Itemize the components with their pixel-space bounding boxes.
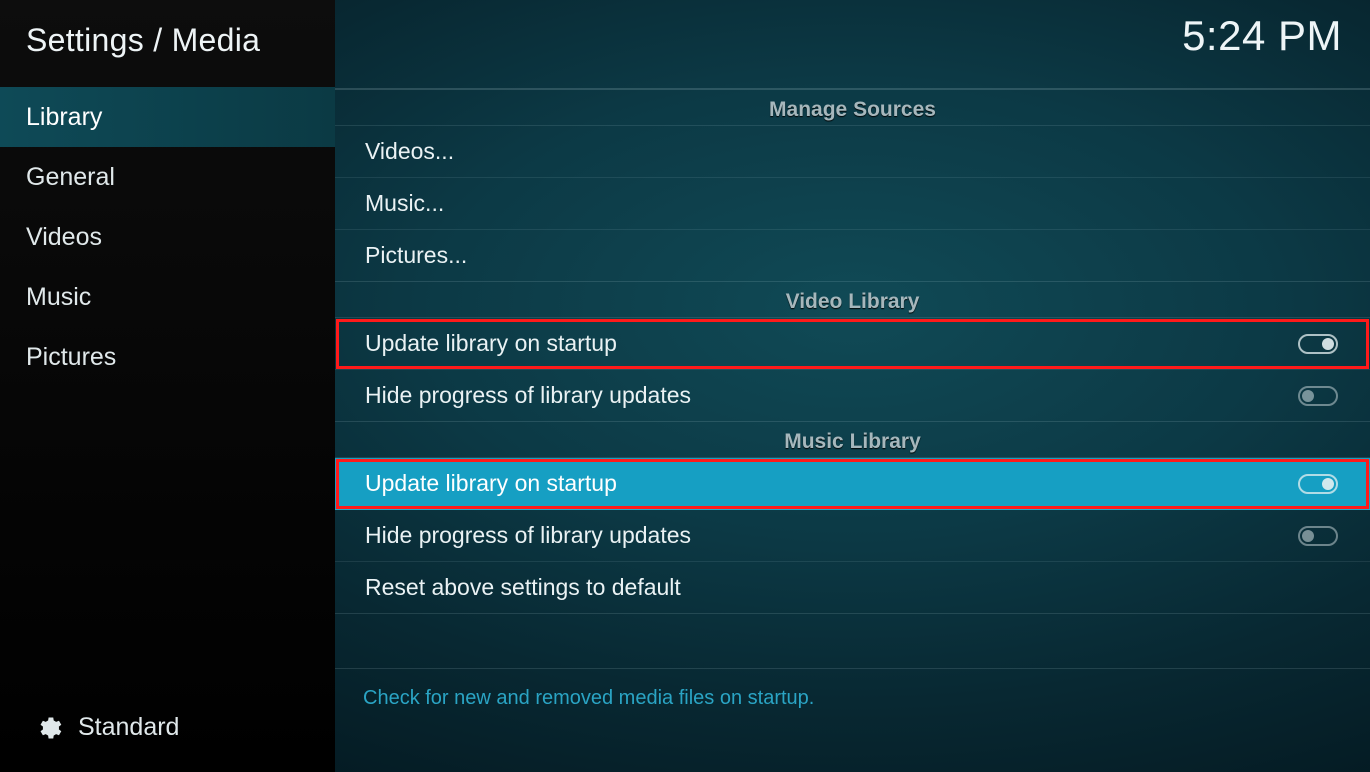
section-header-video-library: Video Library xyxy=(335,282,1370,318)
section-header-music-library: Music Library xyxy=(335,422,1370,458)
sidebar-item-pictures[interactable]: Pictures xyxy=(0,327,335,387)
sidebar-item-library[interactable]: Library xyxy=(0,87,335,147)
row-label: Music... xyxy=(365,190,1340,217)
row-label: Hide progress of library updates xyxy=(365,382,1298,409)
row-video-hide-progress[interactable]: Hide progress of library updates xyxy=(335,370,1370,422)
help-footer: Check for new and removed media files on… xyxy=(335,668,1370,772)
main-panel: 5:24 PM Manage Sources Videos... Music..… xyxy=(335,0,1370,772)
toggle-music-hide-progress[interactable] xyxy=(1298,526,1338,546)
row-reset-defaults[interactable]: Reset above settings to default xyxy=(335,562,1370,614)
row-label: Update library on startup xyxy=(365,470,1298,497)
sidebar-items: Library General Videos Music Pictures xyxy=(0,87,335,387)
section-header-manage-sources: Manage Sources xyxy=(335,90,1370,126)
row-music-update-on-startup[interactable]: Update library on startup xyxy=(335,458,1370,510)
breadcrumb: Settings / Media xyxy=(0,0,335,87)
sidebar-item-general[interactable]: General xyxy=(0,147,335,207)
gear-icon xyxy=(34,714,62,742)
toggle-music-update-on-startup[interactable] xyxy=(1298,474,1338,494)
row-label: Pictures... xyxy=(365,242,1340,269)
settings-content: Manage Sources Videos... Music... Pictur… xyxy=(335,90,1370,668)
row-label: Hide progress of library updates xyxy=(365,522,1298,549)
clock: 5:24 PM xyxy=(1182,12,1342,60)
toggle-video-hide-progress[interactable] xyxy=(1298,386,1338,406)
toggle-video-update-on-startup[interactable] xyxy=(1298,334,1338,354)
row-label: Reset above settings to default xyxy=(365,574,1340,601)
sidebar-item-videos[interactable]: Videos xyxy=(0,207,335,267)
row-pictures-source[interactable]: Pictures... xyxy=(335,230,1370,282)
help-text: Check for new and removed media files on… xyxy=(363,687,814,710)
row-music-hide-progress[interactable]: Hide progress of library updates xyxy=(335,510,1370,562)
row-video-update-on-startup[interactable]: Update library on startup xyxy=(335,318,1370,370)
settings-level-label: Standard xyxy=(78,713,179,742)
row-label: Update library on startup xyxy=(365,330,1298,357)
sidebar-item-music[interactable]: Music xyxy=(0,267,335,327)
row-videos-source[interactable]: Videos... xyxy=(335,126,1370,178)
settings-level[interactable]: Standard xyxy=(0,713,335,742)
sidebar: Settings / Media Library General Videos … xyxy=(0,0,335,772)
row-label: Videos... xyxy=(365,138,1340,165)
row-music-source[interactable]: Music... xyxy=(335,178,1370,230)
